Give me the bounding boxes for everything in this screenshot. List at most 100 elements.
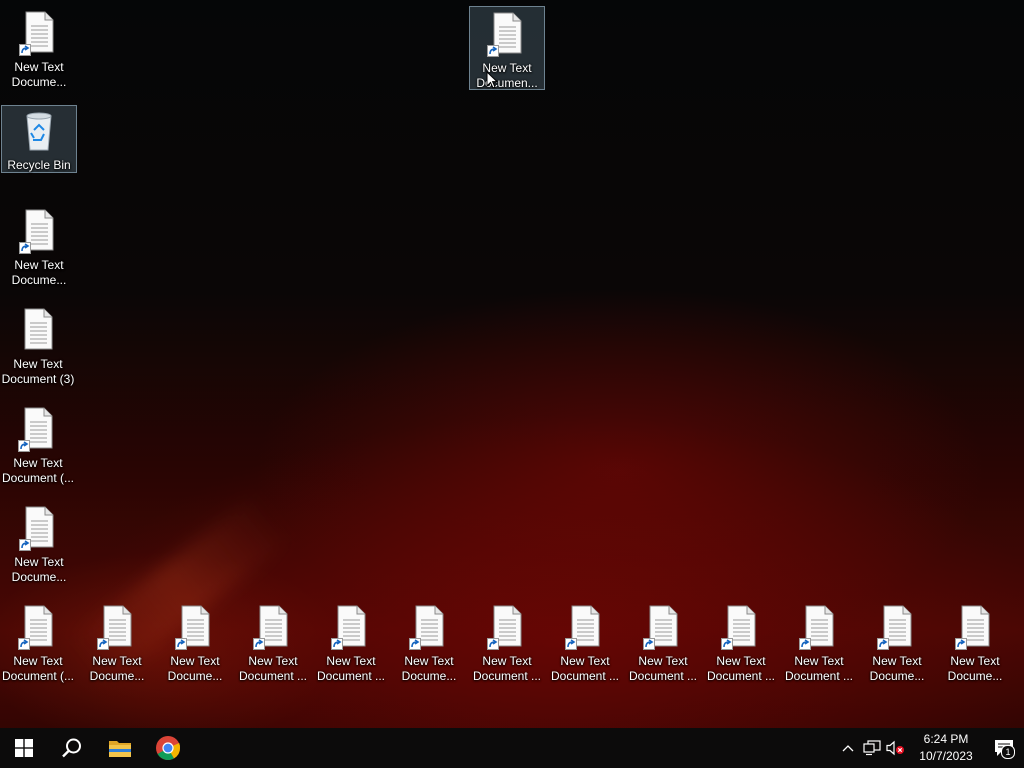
text-document-icon [877, 604, 915, 650]
text-document-icon [19, 505, 57, 551]
action-center-button[interactable]: 1 [984, 728, 1024, 768]
shortcut-arrow-icon [19, 242, 31, 254]
icon-label: New Text Docume... [11, 555, 67, 584]
icon-label: New Text Document ... [628, 654, 698, 683]
taskbar: 6:24 PM 10/7/2023 1 [0, 728, 1024, 768]
icon-label: New Text Document ... [784, 654, 854, 683]
desktop-icon-text-doc-11[interactable]: New Text Document ... [313, 600, 389, 684]
icon-label: New Text Docume... [947, 654, 1003, 683]
shortcut-arrow-icon [877, 638, 889, 650]
desktop-icon-text-doc-9[interactable]: New Text Docume... [157, 600, 233, 684]
shortcut-arrow-icon [721, 638, 733, 650]
desktop-icon-text-doc-2[interactable]: New Text Docume... [1, 204, 77, 288]
text-document-icon [97, 604, 135, 650]
shortcut-arrow-icon [97, 638, 109, 650]
desktop-icon-text-doc-7[interactable]: New Text Document (... [0, 600, 76, 684]
chrome-icon [156, 736, 181, 761]
shortcut-arrow-icon [331, 638, 343, 650]
icon-label: New Text Document (3) [1, 357, 75, 386]
start-button[interactable] [0, 728, 48, 768]
volume-button[interactable] [884, 728, 908, 768]
desktop-icon-text-doc-18[interactable]: New Text Docume... [859, 600, 935, 684]
taskbar-clock[interactable]: 6:24 PM 10/7/2023 [908, 731, 984, 765]
desktop-icon-text-doc-4[interactable]: New Text Document (... [0, 402, 76, 486]
clock-date: 10/7/2023 [919, 749, 973, 763]
desktop-icon-text-doc-12[interactable]: New Text Docume... [391, 600, 467, 684]
icon-label: Recycle Bin [7, 158, 71, 172]
text-document-icon [487, 604, 525, 650]
shortcut-arrow-icon [175, 638, 187, 650]
clock-time: 6:24 PM [923, 732, 969, 746]
desktop[interactable]: New Text Docume... Recycle Bin New Text … [0, 0, 1024, 728]
desktop-icon-text-doc-17[interactable]: New Text Document ... [781, 600, 857, 684]
icon-label: New Text Document (... [1, 456, 75, 485]
desktop-icon-text-doc-5[interactable]: New Text Docume... [1, 501, 77, 585]
search-icon [62, 738, 81, 758]
shortcut-arrow-icon [565, 638, 577, 650]
icon-label: New Text Document ... [550, 654, 620, 683]
icon-label: New Text Document ... [238, 654, 308, 683]
shortcut-arrow-icon [18, 440, 30, 452]
folder-icon [109, 741, 131, 757]
icon-label: New Text Document (... [1, 654, 75, 683]
file-explorer-button[interactable] [96, 728, 144, 768]
mouse-cursor-icon [486, 71, 498, 89]
text-document-icon [175, 604, 213, 650]
text-document-icon [487, 11, 525, 57]
network-button[interactable] [860, 728, 884, 768]
text-document-icon [18, 604, 56, 650]
icon-label: New Text Docume... [11, 258, 67, 287]
icon-label: New Text Docume... [11, 60, 67, 89]
chrome-button[interactable] [144, 728, 192, 768]
icon-label: New Text Document ... [472, 654, 542, 683]
shortcut-arrow-icon [253, 638, 265, 650]
icon-label: New Text Docume... [869, 654, 925, 683]
notification-count-badge: 1 [1001, 745, 1015, 759]
desktop-icon-text-doc-14[interactable]: New Text Document ... [547, 600, 623, 684]
shortcut-arrow-icon [18, 638, 30, 650]
shortcut-arrow-icon [955, 638, 967, 650]
desktop-icon-text-doc-1[interactable]: New Text Docume... [1, 6, 77, 90]
desktop-icon-text-doc-15[interactable]: New Text Document ... [625, 600, 701, 684]
icon-label: New Text Documen... [476, 61, 538, 90]
shortcut-arrow-icon [487, 638, 499, 650]
desktop-icon-text-doc-16[interactable]: New Text Document ... [703, 600, 779, 684]
text-document-icon [565, 604, 603, 650]
windows-logo-icon [15, 739, 33, 757]
text-document-icon [409, 604, 447, 650]
chevron-up-icon [842, 745, 854, 752]
text-document-icon [253, 604, 291, 650]
desktop-icon-text-doc-3[interactable]: New Text Document (3) [0, 303, 76, 387]
network-icon [863, 740, 881, 756]
desktop-icon-text-doc-10[interactable]: New Text Document ... [235, 600, 311, 684]
text-document-icon [721, 604, 759, 650]
text-document-icon [20, 307, 56, 351]
text-document-icon [331, 604, 369, 650]
icon-label: New Text Document ... [316, 654, 386, 683]
desktop-icon-recycle-bin[interactable]: Recycle Bin [1, 105, 77, 173]
text-document-icon [19, 208, 57, 254]
show-hidden-icons-button[interactable] [836, 728, 860, 768]
text-document-icon [955, 604, 993, 650]
desktop-icon-text-doc-8[interactable]: New Text Docume... [79, 600, 155, 684]
shortcut-arrow-icon [799, 638, 811, 650]
desktop-icon-text-doc-6[interactable]: New Text Documen... [469, 6, 545, 90]
recycle-bin-icon [21, 110, 57, 154]
shortcut-arrow-icon [487, 45, 499, 57]
text-document-icon [643, 604, 681, 650]
desktop-icon-text-doc-19[interactable]: New Text Docume... [937, 600, 1013, 684]
search-button[interactable] [48, 728, 96, 768]
volume-muted-icon [886, 740, 904, 756]
shortcut-arrow-icon [643, 638, 655, 650]
icon-label: New Text Docume... [89, 654, 145, 683]
icon-label: New Text Docume... [401, 654, 457, 683]
shortcut-arrow-icon [19, 539, 31, 551]
icon-label: New Text Document ... [706, 654, 776, 683]
text-document-icon [799, 604, 837, 650]
text-document-icon [19, 10, 57, 56]
system-tray: 6:24 PM 10/7/2023 1 [836, 728, 1024, 768]
text-document-icon [18, 406, 56, 452]
icon-label: New Text Docume... [167, 654, 223, 683]
shortcut-arrow-icon [19, 44, 31, 56]
desktop-icon-text-doc-13[interactable]: New Text Document ... [469, 600, 545, 684]
